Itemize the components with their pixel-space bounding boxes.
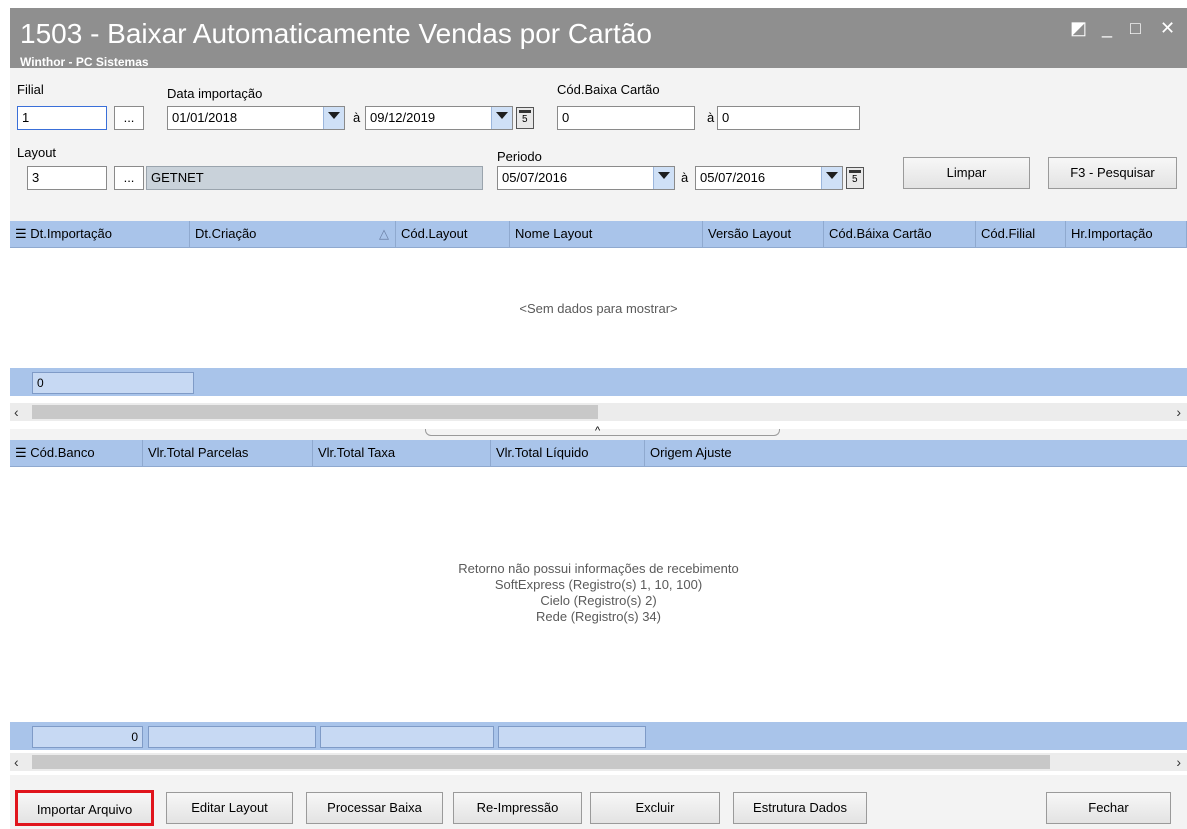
- data-importacao-from-input[interactable]: 01/01/2018: [167, 106, 345, 130]
- periodo-to-input[interactable]: 05/07/2016: [695, 166, 843, 190]
- scroll-left-icon[interactable]: ‹: [14, 753, 19, 771]
- sort-indicator-icon: △: [379, 226, 389, 241]
- column-header[interactable]: Cód.Layout: [396, 221, 510, 247]
- layout-code-input[interactable]: 3: [27, 166, 107, 190]
- calendar-icon[interactable]: [516, 107, 534, 129]
- chevron-down-icon[interactable]: [491, 107, 512, 129]
- column-header[interactable]: ☰ Cód.Banco: [10, 440, 143, 466]
- range-to-label: à: [707, 110, 715, 125]
- close-icon[interactable]: ✕: [1160, 18, 1175, 39]
- chevron-down-icon[interactable]: [821, 167, 842, 189]
- payment-grid[interactable]: ☰ Cód.Banco Vlr.Total Parcelas Vlr.Total…: [10, 440, 1187, 775]
- import-grid-footer: 0: [10, 368, 1187, 396]
- cod-baixa-to-input[interactable]: 0: [717, 106, 860, 130]
- periodo-to-value: 05/07/2016: [700, 170, 766, 185]
- column-header[interactable]: Versão Layout: [703, 221, 824, 247]
- payment-grid-empty-message: Retorno não possui informações de recebi…: [458, 561, 739, 624]
- window-titlebar: 1503 - Baixar Automaticamente Vendas por…: [10, 8, 1187, 69]
- chevron-down-icon[interactable]: [653, 167, 674, 189]
- column-header[interactable]: Cód.Filial: [976, 221, 1066, 247]
- processar-baixa-button[interactable]: Processar Baixa: [306, 792, 443, 824]
- payment-grid-header: ☰ Cód.Banco Vlr.Total Parcelas Vlr.Total…: [10, 440, 1187, 467]
- calendar-icon[interactable]: [846, 167, 864, 189]
- minimize-icon[interactable]: _: [1102, 18, 1112, 39]
- maximize-icon[interactable]: □: [1130, 18, 1141, 39]
- chevron-up-icon[interactable]: ^: [595, 425, 600, 437]
- range-to-label: à: [681, 170, 689, 185]
- column-header[interactable]: Dt.Criação △: [190, 221, 396, 247]
- import-grid-scrollbar[interactable]: ‹ ›: [10, 403, 1187, 421]
- window-subtitle: Winthor - PC Sistemas: [20, 55, 149, 69]
- data-importacao-from-value: 01/01/2018: [172, 110, 238, 125]
- scroll-right-icon[interactable]: ›: [1176, 753, 1181, 771]
- data-importacao-to-value: 09/12/2019: [370, 110, 436, 125]
- column-header[interactable]: Cód.Báixa Cartão: [824, 221, 976, 247]
- column-header[interactable]: Nome Layout: [510, 221, 703, 247]
- column-header[interactable]: Vlr.Total Líquido: [491, 440, 645, 466]
- filial-label: Filial: [17, 82, 44, 97]
- pesquisar-button[interactable]: F3 - Pesquisar: [1048, 157, 1177, 189]
- grid-splitter[interactable]: ^: [10, 425, 1187, 439]
- column-header[interactable]: Hr.Importação: [1066, 221, 1187, 247]
- cod-baixa-from-input[interactable]: 0: [557, 106, 695, 130]
- excluir-button[interactable]: Excluir: [590, 792, 720, 824]
- layout-lookup-button[interactable]: ...: [114, 166, 144, 190]
- filial-input[interactable]: 1: [17, 106, 107, 130]
- layout-label: Layout: [17, 145, 57, 160]
- data-importacao-label: Data importação: [167, 86, 263, 101]
- column-header[interactable]: Vlr.Total Parcelas: [143, 440, 313, 466]
- column-header[interactable]: Origem Ajuste: [645, 440, 1187, 466]
- payment-grid-footer: 0: [10, 722, 1187, 750]
- splitter-handle[interactable]: [425, 429, 780, 436]
- range-to-label: à: [353, 110, 361, 125]
- payment-grid-scrollbar[interactable]: ‹ ›: [10, 753, 1187, 771]
- footer-count: 0: [32, 372, 194, 394]
- restore-icon[interactable]: ◩: [1070, 18, 1087, 39]
- importar-arquivo-button[interactable]: Importar Arquivo: [15, 790, 154, 826]
- footer-cell: [320, 726, 494, 748]
- window-content: Filial Data importação Cód.Baixa Cartão …: [10, 68, 1187, 829]
- fechar-button[interactable]: Fechar: [1046, 792, 1171, 824]
- column-header[interactable]: ☰ Dt.Importação: [10, 221, 190, 247]
- footer-count: 0: [32, 726, 143, 748]
- window-title: 1503 - Baixar Automaticamente Vendas por…: [20, 18, 652, 49]
- chevron-down-icon[interactable]: [323, 107, 344, 129]
- footer-cell: [148, 726, 316, 748]
- layout-name-field: GETNET: [146, 166, 483, 190]
- editar-layout-button[interactable]: Editar Layout: [166, 792, 293, 824]
- footer-cell: [498, 726, 646, 748]
- data-importacao-to-input[interactable]: 09/12/2019: [365, 106, 513, 130]
- periodo-from-value: 05/07/2016: [502, 170, 568, 185]
- cod-baixa-label: Cód.Baixa Cartão: [557, 82, 660, 97]
- periodo-label: Periodo: [497, 149, 542, 164]
- column-header[interactable]: Vlr.Total Taxa: [313, 440, 491, 466]
- scroll-right-icon[interactable]: ›: [1176, 403, 1181, 421]
- scrollbar-thumb[interactable]: [32, 755, 1050, 769]
- filial-lookup-button[interactable]: ...: [114, 106, 144, 130]
- estrutura-dados-button[interactable]: Estrutura Dados: [733, 792, 867, 824]
- limpar-button[interactable]: Limpar: [903, 157, 1030, 189]
- import-grid-empty-message: <Sem dados para mostrar>: [519, 301, 678, 316]
- reimpressao-button[interactable]: Re-Impressão: [453, 792, 582, 824]
- import-grid-header: ☰ Dt.Importação Dt.Criação △ Cód.Layout N…: [10, 221, 1187, 248]
- scroll-left-icon[interactable]: ‹: [14, 403, 19, 421]
- periodo-from-input[interactable]: 05/07/2016: [497, 166, 675, 190]
- import-grid[interactable]: ☰ Dt.Importação Dt.Criação △ Cód.Layout N…: [10, 221, 1187, 429]
- scrollbar-thumb[interactable]: [32, 405, 598, 419]
